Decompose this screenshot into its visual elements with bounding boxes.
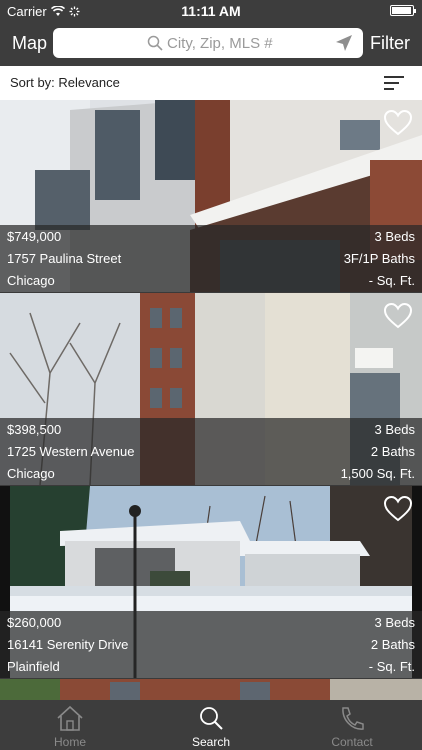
favorite-heart-icon[interactable]	[384, 496, 412, 522]
header: Carrier 11:11 AM Map City, Zip, MLS # Fi…	[0, 0, 422, 66]
listing-beds: 3 Beds	[374, 615, 415, 630]
listing-price: $398,500	[7, 422, 62, 437]
listing-price: $260,000	[7, 615, 62, 630]
sort-label: Sort by: Relevance	[10, 75, 120, 90]
tab-search[interactable]: Search	[141, 700, 281, 750]
status-bar: Carrier 11:11 AM	[0, 0, 422, 22]
listing-beds: 3 Beds	[374, 229, 415, 244]
listing-info: $749,000 3 Beds 1757 Paulina Street 3F/1…	[0, 225, 422, 292]
listing-baths: 2 Baths	[370, 444, 415, 459]
tab-bar: Home Search Contact	[0, 700, 422, 750]
location-arrow-icon[interactable]	[335, 34, 353, 52]
listing-city: Chicago	[7, 273, 55, 288]
tab-search-label: Search	[191, 735, 231, 749]
listing-sqft: - Sq. Ft.	[368, 659, 415, 674]
phone-icon	[342, 707, 364, 730]
listing-baths: 2 Baths	[370, 637, 415, 652]
listing-address: 1757 Paulina Street	[7, 251, 122, 266]
listing-info: $398,500 3 Beds 1725 Western Avenue 2 Ba…	[0, 418, 422, 485]
nav-bar: Map Filter	[0, 22, 422, 66]
favorite-heart-icon[interactable]	[384, 110, 412, 136]
listing-price: $749,000	[7, 229, 62, 244]
listing-address: 1725 Western Avenue	[7, 444, 135, 459]
search-field[interactable]	[53, 28, 363, 58]
tab-contact[interactable]: Contact	[282, 700, 422, 750]
search-icon	[147, 35, 163, 51]
listing-sqft: 1,500 Sq. Ft.	[340, 466, 415, 481]
listing-info: $260,000 3 Beds 16141 Serenity Drive 2 B…	[0, 611, 422, 678]
listing-photo	[0, 679, 422, 700]
listing-card[interactable]: $749,000 3 Beds 1757 Paulina Street 3F/1…	[0, 100, 422, 292]
tab-home[interactable]: Home	[0, 700, 140, 750]
listing-card[interactable]	[0, 679, 422, 700]
home-icon	[57, 705, 83, 731]
listing-sqft: - Sq. Ft.	[368, 273, 415, 288]
tab-home-label: Home	[53, 735, 86, 749]
sort-bar[interactable]: Sort by: Relevance	[0, 66, 422, 100]
sort-icon[interactable]	[384, 75, 404, 91]
listing-beds: 3 Beds	[374, 422, 415, 437]
search-input[interactable]	[167, 32, 327, 54]
listing-card[interactable]: $398,500 3 Beds 1725 Western Avenue 2 Ba…	[0, 293, 422, 485]
listing-address: 16141 Serenity Drive	[7, 637, 129, 652]
listing-city: Plainfield	[7, 659, 60, 674]
listing-baths: 3F/1P Baths	[343, 251, 415, 266]
listing-city: Chicago	[7, 466, 55, 481]
map-button[interactable]: Map	[12, 33, 47, 54]
filter-button[interactable]: Filter	[370, 33, 410, 54]
clock: 11:11 AM	[181, 3, 241, 19]
battery-icon	[390, 5, 416, 16]
listing-card[interactable]: $260,000 3 Beds 16141 Serenity Drive 2 B…	[0, 486, 422, 678]
search-icon	[200, 707, 223, 730]
tab-contact-label: Contact	[331, 735, 373, 749]
favorite-heart-icon[interactable]	[384, 303, 412, 329]
